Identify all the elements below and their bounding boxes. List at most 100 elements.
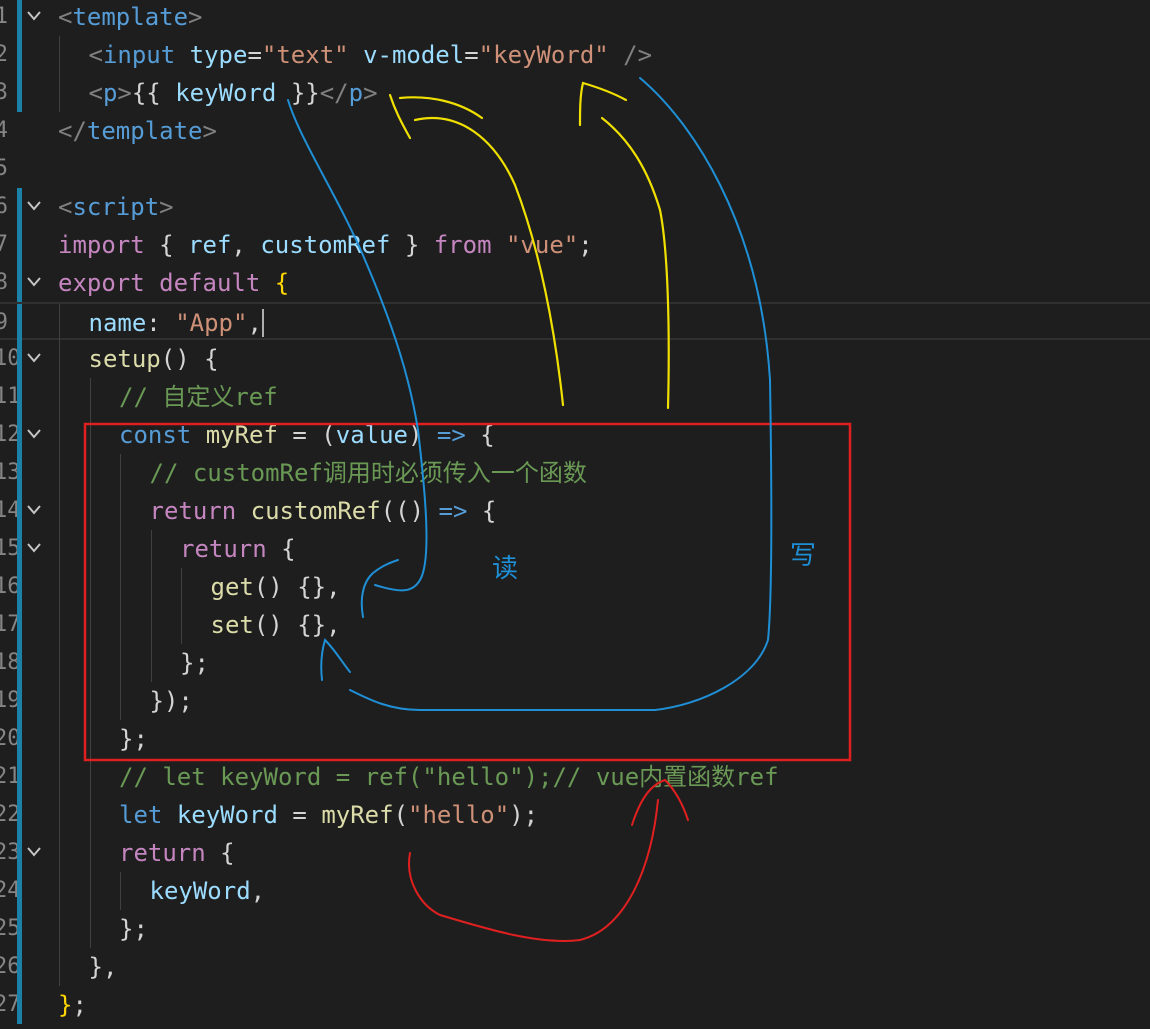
code-line[interactable]: 17 set() {},	[0, 606, 1150, 644]
code-text[interactable]: export default {	[58, 264, 289, 302]
code-line[interactable]: 3 <p>{{ keyWord }}</p>	[0, 74, 1150, 112]
code-line[interactable]: 6 <script>	[0, 188, 1150, 226]
indent-guide	[89, 568, 91, 606]
code-line[interactable]: 5	[0, 150, 1150, 188]
code-text[interactable]: };	[119, 910, 148, 948]
code-token: myRef	[321, 801, 394, 829]
chevron-down-icon[interactable]	[24, 530, 48, 568]
code-token: myRef	[205, 421, 278, 449]
code-line[interactable]: 20};	[0, 720, 1150, 758]
code-text[interactable]: import { ref, customRef } from "vue";	[58, 226, 593, 264]
git-modified-indicator	[17, 986, 22, 1024]
code-text[interactable]: },	[89, 948, 118, 986]
code-line[interactable]: 23 return {	[0, 834, 1150, 872]
code-token: customRef	[250, 497, 381, 525]
chevron-down-icon[interactable]	[24, 0, 48, 36]
chevron-down-icon[interactable]	[24, 264, 48, 302]
code-line[interactable]: 1 <template>	[0, 0, 1150, 36]
code-text[interactable]: set() {},	[211, 606, 341, 644]
code-token: import	[58, 231, 145, 259]
chevron-down-icon[interactable]	[24, 188, 48, 226]
code-token: default	[159, 269, 261, 297]
code-token: keyWord	[149, 877, 251, 905]
code-line[interactable]: 12 const myRef = (value) => {	[0, 416, 1150, 454]
code-token: {	[205, 839, 235, 867]
code-line[interactable]: 26},	[0, 948, 1150, 986]
code-text[interactable]: <input type="text" v-model="keyWord" />	[89, 36, 653, 74]
code-token: {	[204, 345, 219, 373]
git-modified-indicator	[17, 606, 22, 644]
code-text[interactable]: <template>	[58, 0, 203, 36]
git-modified-indicator	[17, 416, 22, 454]
code-line[interactable]: 13 // customRef调用时必须传入一个函数	[0, 454, 1150, 492]
code-line[interactable]: 2 <input type="text" v-model="keyWord" />	[0, 36, 1150, 74]
line-number: 22	[0, 802, 21, 827]
code-text[interactable]: name: "App",	[89, 304, 264, 342]
code-line[interactable]: 16 get() {},	[0, 568, 1150, 606]
indent-guide	[59, 948, 60, 986]
code-line[interactable]: 9 name: "App",	[0, 302, 1150, 342]
chevron-down-icon[interactable]	[24, 834, 48, 872]
code-token: () {},	[253, 573, 341, 601]
code-token: p	[102, 79, 118, 107]
code-token: ,	[247, 309, 264, 337]
code-token: (	[393, 801, 409, 829]
code-text[interactable]: keyWord,	[150, 872, 266, 910]
code-line[interactable]: 25};	[0, 910, 1150, 948]
code-token: // 自定义ref	[119, 383, 278, 411]
code-line[interactable]: 11 // 自定义ref	[0, 378, 1150, 416]
code-editor[interactable]: 1 <template> 2 <input type="text" v-model="…	[0, 0, 1150, 1029]
line-number: 25	[0, 916, 21, 941]
indent-guide	[59, 416, 60, 454]
code-line[interactable]: 21 // let keyWord = ref("hello");// vue内置…	[0, 758, 1150, 796]
code-text[interactable]: };	[180, 644, 209, 682]
indent-guide	[120, 644, 121, 682]
git-modified-indicator	[17, 568, 22, 606]
code-text[interactable]: // let keyWord = ref("hello");// vue内置函数…	[119, 758, 779, 796]
code-text[interactable]: const myRef = (value) => {	[119, 416, 495, 454]
code-line[interactable]: 22 let keyWord = myRef("hello");	[0, 796, 1150, 834]
code-text[interactable]: return customRef(() => {	[150, 492, 497, 530]
code-line[interactable]: 18};	[0, 644, 1150, 682]
code-text[interactable]: return {	[180, 530, 296, 568]
indent-guide	[89, 644, 91, 682]
indent-guide	[59, 304, 60, 342]
indent-guide	[89, 834, 91, 872]
chevron-down-icon[interactable]	[24, 340, 48, 378]
code-line[interactable]: 24 keyWord,	[0, 872, 1150, 910]
code-text[interactable]: get() {},	[211, 568, 341, 606]
line-number: 26	[0, 954, 21, 979]
code-text[interactable]: <p>{{ keyWord }}</p>	[89, 74, 378, 112]
code-token: set	[210, 611, 254, 639]
code-line[interactable]: 7 import { ref, customRef } from "vue";	[0, 226, 1150, 264]
code-line[interactable]: 10 setup() {	[0, 340, 1150, 378]
code-line[interactable]: 19});	[0, 682, 1150, 720]
code-token: =	[247, 41, 262, 69]
indent-guide	[59, 36, 60, 74]
git-modified-indicator	[17, 796, 22, 834]
code-line[interactable]: 8 export default {	[0, 264, 1150, 302]
code-line[interactable]: 15 return {	[0, 530, 1150, 568]
code-text[interactable]: });	[150, 682, 193, 720]
code-text[interactable]: return {	[119, 834, 235, 872]
code-line[interactable]: 14 return customRef(() => {	[0, 492, 1150, 530]
code-line[interactable]: 4 </template>	[0, 112, 1150, 150]
code-text[interactable]: // 自定义ref	[119, 378, 278, 416]
code-text[interactable]: };	[58, 986, 87, 1024]
line-number: 23	[0, 840, 21, 865]
indent-guide	[120, 568, 121, 606]
chevron-down-icon[interactable]	[24, 492, 48, 530]
code-line[interactable]: 27};	[0, 986, 1150, 1024]
code-text[interactable]: let keyWord = myRef("hello");	[119, 796, 538, 834]
chevron-down-icon[interactable]	[24, 416, 48, 454]
code-text[interactable]: };	[119, 720, 148, 758]
code-text[interactable]: setup() {	[89, 340, 219, 378]
code-text[interactable]: <script>	[58, 188, 174, 226]
code-text[interactable]: </template>	[58, 112, 217, 150]
code-token: const	[119, 421, 192, 449]
indent-guide	[59, 644, 60, 682]
code-token: }	[390, 231, 434, 259]
code-text[interactable]: // customRef调用时必须传入一个函数	[150, 454, 587, 492]
